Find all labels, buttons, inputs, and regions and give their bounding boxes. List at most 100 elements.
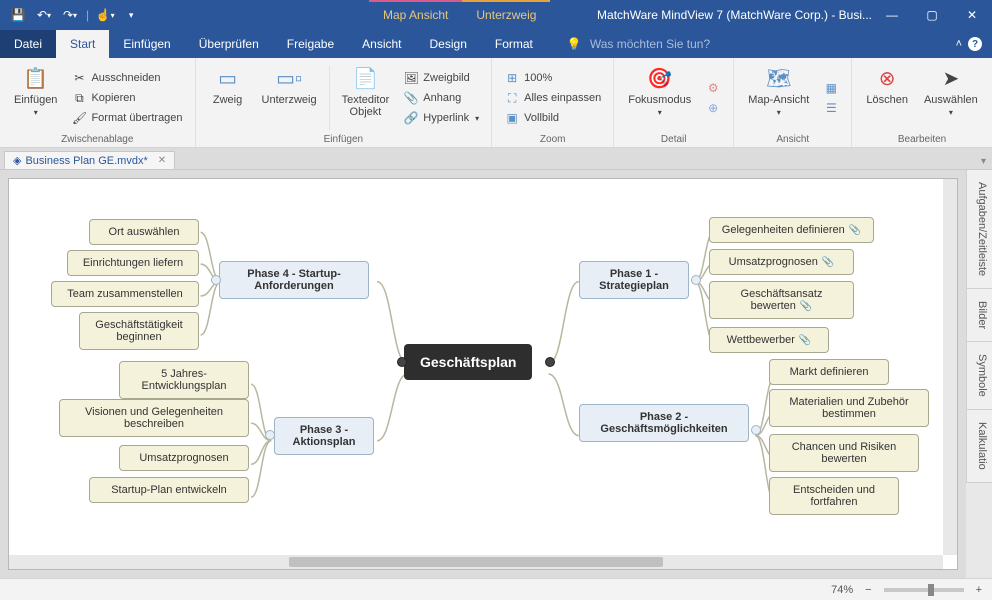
mindmap-canvas[interactable]: Geschäftsplan Phase 4 - Startup-Anforder… — [8, 178, 958, 570]
paste-button[interactable]: 📋 Einfügen ▾ — [8, 62, 63, 134]
attachment-label: Anhang — [423, 92, 461, 104]
context-tab-map[interactable]: Map Ansicht — [369, 0, 462, 30]
menu-freigabe[interactable]: Freigabe — [273, 30, 348, 58]
view-btn1[interactable]: ▦ — [819, 79, 843, 97]
document-tab-label: Business Plan GE.mvdx* — [25, 155, 147, 167]
document-tab[interactable]: ◈ Business Plan GE.mvdx* ✕ — [4, 151, 175, 169]
tell-me-placeholder: Was möchten Sie tun? — [590, 37, 710, 51]
branchimage-button[interactable]: 🖼Zweigbild — [399, 69, 483, 87]
zoom100-icon: ⊞ — [504, 70, 520, 86]
phase2-child-0[interactable]: Markt definieren — [769, 359, 889, 385]
undo-icon[interactable]: ↶▾ — [32, 3, 56, 27]
zoom-thumb[interactable] — [928, 584, 934, 596]
subbranch-button[interactable]: ▭▫Unterzweig — [256, 62, 323, 134]
side-tab-symbols[interactable]: Symbole — [966, 342, 992, 410]
menu-start[interactable]: Start — [56, 30, 109, 58]
mapview-icon: 🗺 — [765, 64, 793, 92]
touch-mode-icon[interactable]: ☝▾ — [93, 3, 117, 27]
delete-label: Löschen — [866, 94, 908, 106]
format-painter-button[interactable]: 🖌Format übertragen — [67, 109, 186, 127]
phase2-child-2[interactable]: Chancen und Risiken bewerten — [769, 434, 919, 472]
fitall-button[interactable]: ⛶Alles einpassen — [500, 89, 605, 107]
scrollbar-thumb[interactable] — [289, 557, 663, 567]
ribbon-group-zoom: ⊞100% ⛶Alles einpassen ▣Vollbild Zoom — [492, 58, 614, 147]
phase2-child-1[interactable]: Materialien und Zubehör bestimmen — [769, 389, 929, 427]
expand-dot[interactable] — [691, 275, 701, 285]
phase4-child-1[interactable]: Einrichtungen liefern — [67, 250, 199, 276]
phase4-child-0[interactable]: Ort auswählen — [89, 219, 199, 245]
fullscreen-icon: ▣ — [504, 110, 520, 126]
statusbar: 74% − + — [0, 578, 992, 600]
cut-button[interactable]: ✂Ausschneiden — [67, 69, 186, 87]
mapview-button[interactable]: 🗺Map-Ansicht▾ — [742, 62, 815, 134]
close-button[interactable]: ✕ — [952, 0, 992, 30]
phase1-child-0[interactable]: Gelegenheiten definieren📎 — [709, 217, 874, 243]
zoom-slider[interactable] — [884, 588, 964, 592]
view-btn2[interactable]: ☰ — [819, 99, 843, 117]
menu-einfuegen[interactable]: Einfügen — [109, 30, 184, 58]
texteditor-button[interactable]: 📄Texteditor Objekt — [336, 62, 396, 134]
zoom-out-icon[interactable]: − — [865, 584, 871, 596]
clipboard-group-label: Zwischenablage — [0, 134, 195, 145]
attachment-button[interactable]: 📎Anhang — [399, 89, 483, 107]
phase2-child-3[interactable]: Entscheiden und fortfahren — [769, 477, 899, 515]
side-tab-images[interactable]: Bilder — [966, 289, 992, 342]
branch-button[interactable]: ▭Zweig — [204, 62, 252, 134]
root-node[interactable]: Geschäftsplan — [404, 344, 532, 380]
delete-button[interactable]: ⊗Löschen — [860, 62, 914, 134]
phase1-child-1[interactable]: Umsatzprognosen📎 — [709, 249, 854, 275]
context-tabs: Map Ansicht Unterzweig — [369, 0, 550, 30]
collapse-ribbon-icon[interactable]: ˄ — [956, 38, 962, 50]
minimize-button[interactable]: — — [872, 0, 912, 30]
fullscreen-button[interactable]: ▣Vollbild — [500, 109, 605, 127]
detail-btn1[interactable]: ⚙ — [701, 79, 725, 97]
menu-datei[interactable]: Datei — [0, 30, 56, 58]
side-tab-tasks[interactable]: Aufgaben/Zeitleiste — [966, 170, 992, 289]
phase3-child-1[interactable]: Visionen und Gelegenheiten beschreiben — [59, 399, 249, 437]
side-tab-calc[interactable]: Kalkulatio — [966, 410, 992, 483]
qat-customize-icon[interactable]: ▾ — [119, 3, 143, 27]
focusmode-button[interactable]: 🎯Fokusmodus▾ — [622, 62, 697, 134]
redo-icon[interactable]: ↷▾ — [58, 3, 82, 27]
expand-dot[interactable] — [751, 425, 761, 435]
phase1-child-2[interactable]: Geschäftsansatz bewerten📎 — [709, 281, 854, 319]
menu-format[interactable]: Format — [481, 30, 547, 58]
expand-dot[interactable] — [545, 357, 555, 367]
phase3-node[interactable]: Phase 3 - Aktionsplan — [274, 417, 374, 455]
texteditor-icon: 📄 — [351, 64, 379, 92]
copy-button[interactable]: ⧉Kopieren — [67, 89, 186, 107]
ribbon-group-detail: 🎯Fokusmodus▾ ⚙ ⊕ Detail — [614, 58, 734, 147]
phase4-child-2[interactable]: Team zusammenstellen — [51, 281, 199, 307]
phase4-child-3[interactable]: Geschäftstätigkeit beginnen — [79, 312, 199, 350]
phase1-node[interactable]: Phase 1 - Strategieplan — [579, 261, 689, 299]
expand-dot[interactable] — [397, 357, 407, 367]
phase3-child-0[interactable]: 5 Jahres-Entwicklungsplan — [119, 361, 249, 399]
save-icon[interactable]: 💾 — [6, 3, 30, 27]
zoom-in-icon[interactable]: + — [976, 584, 982, 596]
detail-btn2[interactable]: ⊕ — [701, 99, 725, 117]
phase2-node[interactable]: Phase 2 - Geschäftsmöglichkeiten — [579, 404, 749, 442]
expand-dot[interactable] — [211, 275, 221, 285]
horizontal-scrollbar[interactable] — [9, 555, 943, 569]
phase3-child-3[interactable]: Startup-Plan entwickeln — [89, 477, 249, 503]
side-panel: Aufgaben/Zeitleiste Bilder Symbole Kalku… — [966, 170, 992, 578]
close-tab-icon[interactable]: ✕ — [158, 155, 166, 166]
help-icon[interactable]: ? — [968, 37, 982, 51]
menu-design[interactable]: Design — [416, 30, 481, 58]
context-tab-unterzweig[interactable]: Unterzweig — [462, 0, 550, 30]
hyperlink-button[interactable]: 🔗Hyperlink▾ — [399, 109, 483, 127]
phase4-node[interactable]: Phase 4 - Startup-Anforderungen — [219, 261, 369, 299]
maximize-button[interactable]: ▢ — [912, 0, 952, 30]
vertical-scrollbar[interactable] — [943, 179, 957, 555]
tab-dropdown-icon[interactable]: ▾ — [975, 154, 992, 169]
zoom100-button[interactable]: ⊞100% — [500, 69, 605, 87]
phase3-child-2[interactable]: Umsatzprognosen — [119, 445, 249, 471]
branch-icon: ▭ — [214, 64, 242, 92]
tell-me-search[interactable]: 💡 Was möchten Sie tun? — [567, 30, 710, 58]
menu-ueberpruefen[interactable]: Überprüfen — [185, 30, 273, 58]
menu-ansicht[interactable]: Ansicht — [348, 30, 415, 58]
expand-dot[interactable] — [265, 430, 275, 440]
phase1-child-3[interactable]: Wettbewerber📎 — [709, 327, 829, 353]
focus-label: Fokusmodus — [628, 94, 691, 106]
select-button[interactable]: ➤Auswählen▾ — [918, 62, 984, 134]
